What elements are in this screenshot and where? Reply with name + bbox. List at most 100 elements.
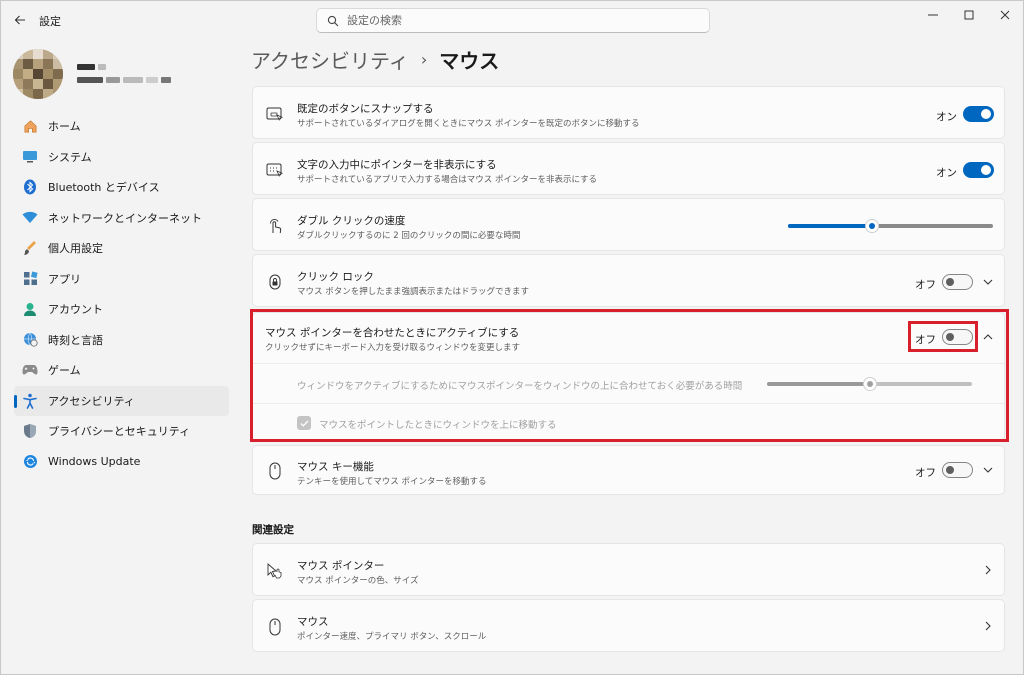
sidebar-item-bluetooth[interactable]: Bluetooth とデバイス: [14, 172, 229, 203]
toggle-state-label: オフ: [915, 334, 936, 346]
toggle-state-label: オン: [936, 111, 957, 123]
setting-hide-pointer: 文字の入力中にポインターを非表示にする サポートされているアプリで入力する場合は…: [252, 142, 1005, 195]
setting-description: マウス ポインターの色、サイズ: [297, 576, 419, 586]
sidebar-item-personalization[interactable]: 個人用設定: [14, 233, 229, 264]
activate-on-hover-toggle[interactable]: [942, 329, 973, 345]
hover-delay-row: ウィンドウをアクティブにするためにマウスポインターをウィンドウの上に合わせておく…: [253, 363, 1004, 403]
toggle-knob: [981, 109, 991, 119]
apps-icon: [22, 271, 38, 287]
sidebar-item-privacy[interactable]: プライバシーとセキュリティ: [14, 416, 229, 447]
toggle-knob: [981, 165, 991, 175]
sidebar-item-gaming[interactable]: ゲーム: [14, 355, 229, 386]
setting-title: ダブル クリックの速度: [297, 215, 406, 227]
sidebar-item-system[interactable]: システム: [14, 142, 229, 173]
raise-window-row: マウスをポイントしたときにウィンドウを上に移動する: [253, 403, 1004, 443]
setting-title: マウス キー機能: [297, 461, 374, 473]
toggle-knob: [946, 333, 954, 341]
chevron-up-icon[interactable]: [981, 330, 995, 344]
toggle-state-label: オン: [936, 167, 957, 179]
search-input[interactable]: [347, 14, 687, 27]
setting-description: ポインター速度、プライマリ ボタン、スクロール: [297, 632, 487, 642]
setting-click-lock[interactable]: クリック ロック マウス ボタンを押したまま強調表示またはドラッグできます オフ: [252, 254, 1005, 307]
chevron-down-icon[interactable]: [981, 463, 995, 477]
breadcrumb: アクセシビリティ › マウス: [251, 45, 499, 74]
slider-thumb[interactable]: [865, 219, 879, 233]
chevron-right-icon: [981, 563, 995, 577]
raise-window-label: マウスをポイントしたときにウィンドウを上に移動する: [319, 420, 557, 431]
sidebar-item-accounts[interactable]: アカウント: [14, 294, 229, 325]
setting-title: マウス: [297, 616, 329, 628]
profile-name: [77, 60, 137, 70]
avatar: [13, 49, 63, 99]
sidebar-item-home[interactable]: ホーム: [14, 111, 229, 142]
close-button[interactable]: [987, 1, 1023, 29]
hide-pointer-toggle[interactable]: [963, 162, 994, 178]
related-item-mouse[interactable]: マウス ポインター速度、プライマリ ボタン、スクロール: [252, 599, 1005, 652]
slider-fill: [788, 224, 872, 228]
pointer-icon: [266, 562, 284, 580]
account-icon: [22, 301, 38, 317]
search-icon: [327, 15, 339, 26]
setting-description: サポートされているアプリで入力する場合はマウス ポインターを非表示にする: [297, 175, 598, 185]
page-title: マウス: [439, 49, 500, 73]
setting-description: クリックせずにキーボード入力を受け取るウィンドウを変更します: [265, 343, 521, 353]
mouse-keys-icon: [266, 462, 284, 480]
setting-description: サポートされているダイアログを開くときにマウス ポインターを既定のボタンに移動す…: [297, 119, 640, 129]
raise-window-checkbox[interactable]: [297, 416, 311, 430]
chevron-right-icon: [981, 619, 995, 633]
setting-description: ダブルクリックするのに 2 回のクリックの間に必要な時間: [297, 231, 521, 241]
related-settings-heading: 関連設定: [252, 524, 294, 536]
sidebar-item-windows-update[interactable]: Windows Update: [14, 447, 229, 478]
sidebar-item-time-language[interactable]: 時刻と言語: [14, 325, 229, 356]
setting-title: 文字の入力中にポインターを非表示にする: [297, 159, 497, 171]
mouse-keys-toggle[interactable]: [942, 462, 973, 478]
sidebar-item-accessibility[interactable]: アクセシビリティ: [14, 385, 229, 416]
double-click-speed-slider[interactable]: [788, 219, 993, 233]
setting-double-click-speed: ダブル クリックの速度 ダブルクリックするのに 2 回のクリックの間に必要な時間: [252, 198, 1005, 251]
related-item-mouse-pointer[interactable]: マウス ポインター マウス ポインターの色、サイズ: [252, 543, 1005, 596]
double-click-icon: [266, 217, 284, 235]
back-button[interactable]: [9, 9, 31, 31]
snap-pointer-icon: [266, 105, 284, 123]
profile-email: [77, 73, 187, 83]
setting-title: マウス ポインター: [297, 560, 385, 572]
slider-thumb[interactable]: [863, 377, 877, 391]
setting-mouse-keys[interactable]: マウス キー機能 テンキーを使用してマウス ポインターを移動する オフ: [252, 445, 1005, 495]
toggle-state-label: オフ: [915, 467, 936, 479]
hover-delay-slider[interactable]: [767, 377, 972, 391]
bluetooth-icon: [22, 179, 38, 195]
user-profile[interactable]: [11, 47, 221, 103]
brush-icon: [22, 240, 38, 256]
mouse-icon: [266, 618, 284, 636]
update-icon: [22, 454, 38, 470]
click-lock-toggle[interactable]: [942, 274, 973, 290]
toggle-state-label: オフ: [915, 279, 936, 291]
app-title: 設定: [39, 15, 61, 28]
gamepad-icon: [22, 362, 38, 378]
setting-snap-to-default: 既定のボタンにスナップする サポートされているダイアログを開くときにマウス ポイ…: [252, 86, 1005, 139]
setting-title: 既定のボタンにスナップする: [297, 103, 434, 115]
globe-clock-icon: [22, 332, 38, 348]
snap-toggle[interactable]: [963, 106, 994, 122]
breadcrumb-parent[interactable]: アクセシビリティ: [251, 45, 409, 74]
settings-window: 設定 設定の検索 ホーム システム Bluetooth とデバイス ネットワーク…: [0, 0, 1024, 675]
maximize-button[interactable]: [951, 1, 987, 29]
breadcrumb-separator: ›: [420, 50, 428, 69]
arrow-left-icon: [14, 15, 25, 25]
search-box[interactable]: [316, 8, 710, 33]
chevron-down-icon[interactable]: [981, 275, 995, 289]
accessibility-icon: [22, 393, 38, 409]
setting-title: クリック ロック: [297, 271, 374, 283]
checkmark-icon: [300, 420, 308, 427]
maximize-icon: [964, 10, 974, 20]
wifi-icon: [22, 210, 38, 226]
system-icon: [22, 149, 38, 165]
sidebar-item-network[interactable]: ネットワークとインターネット: [14, 203, 229, 234]
toggle-knob: [946, 278, 954, 286]
sidebar-item-apps[interactable]: アプリ: [14, 264, 229, 295]
setting-description: テンキーを使用してマウス ポインターを移動する: [297, 477, 487, 487]
close-icon: [1000, 10, 1010, 20]
title-bar: 設定: [1, 1, 1023, 39]
shield-icon: [22, 423, 38, 439]
minimize-button[interactable]: [915, 1, 951, 29]
